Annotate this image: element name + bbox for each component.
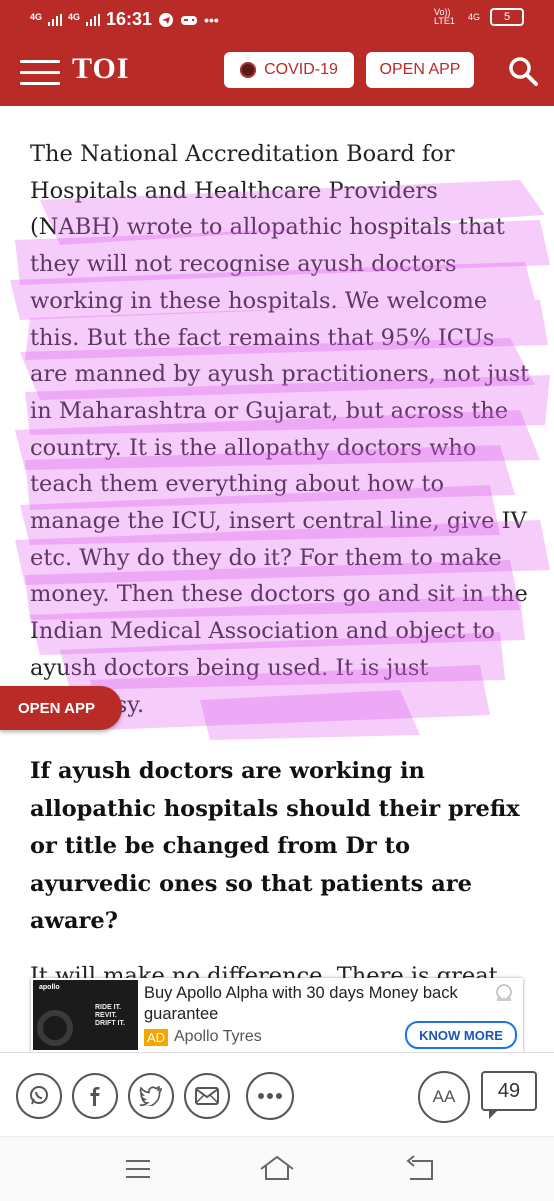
ad-image-tagline: RIDE IT. REVIT. DRIFT IT. bbox=[95, 1004, 125, 1027]
status-bar: 4G 4G 16:31 ••• Vo)) LTE1 4G 5 bbox=[0, 0, 554, 38]
status-time: 16:31 bbox=[106, 9, 153, 29]
network-indicator-1: 4G bbox=[30, 12, 43, 22]
floating-open-app-button[interactable]: OPEN APP bbox=[0, 686, 122, 730]
ad-banner[interactable]: apollo RIDE IT. REVIT. DRIFT IT. Buy Apo… bbox=[31, 978, 523, 1052]
app-header: TOI COVID-19 OPEN APP bbox=[0, 38, 554, 106]
more-notifications-icon: ••• bbox=[204, 11, 219, 28]
ad-badge: AD bbox=[144, 1029, 169, 1046]
menu-icon[interactable] bbox=[20, 60, 60, 86]
facebook-icon bbox=[90, 1087, 100, 1106]
virus-icon bbox=[240, 62, 257, 78]
signal-icon bbox=[48, 13, 63, 26]
open-app-label: OPEN APP bbox=[379, 61, 461, 78]
covid-label: COVID-19 bbox=[264, 61, 338, 78]
ad-image-brand: apollo bbox=[39, 984, 60, 991]
more-share-button[interactable] bbox=[246, 1072, 294, 1120]
twitter-icon bbox=[139, 1086, 162, 1106]
open-app-button[interactable]: OPEN APP bbox=[366, 52, 474, 88]
twitter-button[interactable] bbox=[128, 1073, 174, 1119]
battery-icon: 5 bbox=[490, 8, 524, 26]
email-button[interactable] bbox=[184, 1073, 230, 1119]
article-body: The National Accreditation Board for Hos… bbox=[30, 106, 530, 941]
covid-button[interactable]: COVID-19 bbox=[224, 52, 354, 88]
toi-logo[interactable]: TOI bbox=[72, 52, 129, 86]
comment-count: 49 bbox=[497, 1079, 521, 1102]
back-icon[interactable] bbox=[398, 1151, 438, 1187]
recent-apps-icon[interactable] bbox=[118, 1151, 158, 1187]
article-paragraph: The National Accreditation Board for Hos… bbox=[30, 141, 530, 718]
network-indicator-right: 4G bbox=[467, 12, 480, 22]
ad-headline[interactable]: Buy Apollo Alpha with 30 days Money back… bbox=[144, 983, 474, 1025]
telegram-icon bbox=[159, 12, 174, 27]
floating-open-app-label: OPEN APP bbox=[18, 699, 95, 717]
email-icon bbox=[195, 1087, 219, 1105]
home-icon[interactable] bbox=[257, 1151, 297, 1187]
text-size-button[interactable]: AA bbox=[418, 1071, 470, 1123]
status-right: Vo)) LTE1 4G 5 bbox=[434, 8, 524, 26]
network-indicator-2: 4G bbox=[68, 12, 81, 22]
whatsapp-button[interactable] bbox=[16, 1073, 62, 1119]
know-more-label: KNOW MORE bbox=[419, 1027, 503, 1043]
share-toolbar: AA 49 bbox=[0, 1052, 554, 1137]
comments-button[interactable]: 49 bbox=[481, 1071, 537, 1119]
article-question: If ayush doctors are working in allopath… bbox=[30, 758, 520, 935]
whatsapp-icon bbox=[30, 1086, 48, 1105]
ad-advertiser: Apollo Tyres bbox=[174, 1028, 262, 1045]
gamepad-icon bbox=[181, 15, 198, 25]
tyre-icon bbox=[37, 1010, 73, 1046]
status-left: 4G 4G 16:31 ••• bbox=[30, 9, 219, 30]
system-nav-bar bbox=[0, 1136, 554, 1201]
search-icon[interactable] bbox=[508, 56, 538, 86]
signal-icon bbox=[86, 13, 101, 26]
facebook-button[interactable] bbox=[72, 1073, 118, 1119]
text-size-icon: AA bbox=[432, 1087, 456, 1106]
volte-indicator: Vo)) LTE1 bbox=[433, 7, 455, 26]
ad-choices-icon[interactable] bbox=[493, 982, 515, 1004]
more-icon bbox=[258, 1093, 282, 1099]
know-more-button[interactable]: KNOW MORE bbox=[405, 1021, 517, 1049]
ad-image[interactable]: apollo RIDE IT. REVIT. DRIFT IT. bbox=[33, 980, 138, 1050]
